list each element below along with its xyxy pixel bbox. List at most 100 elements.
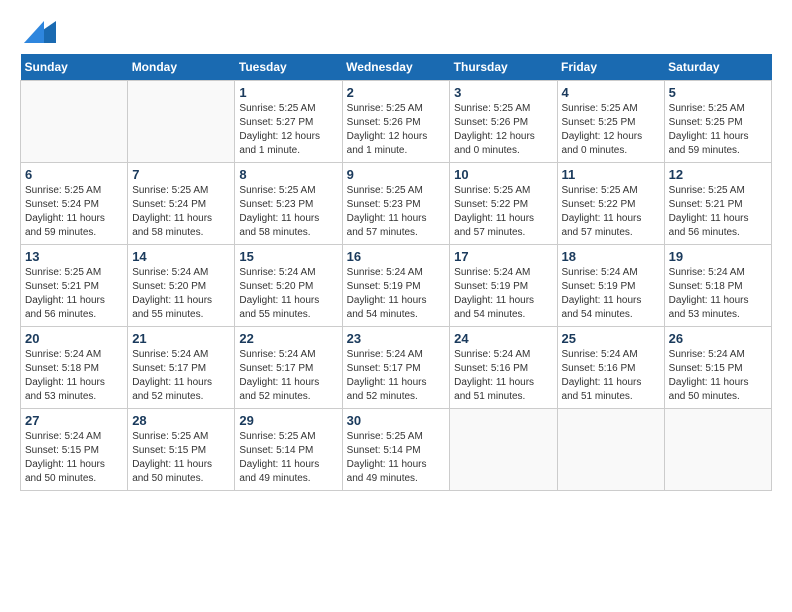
cell-content: Sunrise: 5:25 AM Sunset: 5:14 PM Dayligh… [239, 430, 337, 486]
day-number: 11 [562, 167, 660, 182]
calendar-cell: 15 Sunrise: 5:24 AM Sunset: 5:20 PM Dayli… [235, 245, 342, 327]
header [20, 20, 772, 44]
cell-content: Sunrise: 5:24 AM Sunset: 5:17 PM Dayligh… [132, 348, 230, 404]
day-number: 22 [239, 331, 337, 346]
cell-content: Sunrise: 5:25 AM Sunset: 5:21 PM Dayligh… [669, 184, 767, 240]
day-number: 14 [132, 249, 230, 264]
day-number: 15 [239, 249, 337, 264]
calendar-cell: 13Sunrise: 5:25 AM Sunset: 5:21 PM Dayli… [21, 245, 128, 327]
day-number: 6 [25, 167, 123, 182]
logo-icon [24, 21, 56, 43]
header-cell-monday: Monday [128, 54, 235, 81]
calendar-cell: 28 Sunrise: 5:25 AM Sunset: 5:15 PM Dayli… [128, 409, 235, 491]
day-number: 16 [347, 249, 446, 264]
calendar-cell: 14 Sunrise: 5:24 AM Sunset: 5:20 PM Dayli… [128, 245, 235, 327]
calendar-cell [664, 409, 771, 491]
calendar-cell [21, 81, 128, 163]
day-number: 12 [669, 167, 767, 182]
cell-content: Sunrise: 5:24 AM Sunset: 5:15 PM Dayligh… [669, 348, 767, 404]
calendar-cell: 12 Sunrise: 5:25 AM Sunset: 5:21 PM Dayli… [664, 163, 771, 245]
calendar-week-row: 27 Sunrise: 5:24 AM Sunset: 5:15 PM Dayli… [21, 409, 772, 491]
calendar-cell: 27 Sunrise: 5:24 AM Sunset: 5:15 PM Dayli… [21, 409, 128, 491]
calendar-cell [128, 81, 235, 163]
calendar-week-row: 20 Sunrise: 5:24 AM Sunset: 5:18 PM Dayli… [21, 327, 772, 409]
cell-content: Sunrise: 5:24 AM Sunset: 5:19 PM Dayligh… [562, 266, 660, 322]
day-number: 29 [239, 413, 337, 428]
calendar-cell: 5Sunrise: 5:25 AM Sunset: 5:25 PM Daylig… [664, 81, 771, 163]
calendar-cell: 3 Sunrise: 5:25 AM Sunset: 5:26 PM Daylig… [450, 81, 557, 163]
day-number: 19 [669, 249, 767, 264]
cell-content: Sunrise: 5:25 AM Sunset: 5:15 PM Dayligh… [132, 430, 230, 486]
calendar-cell: 19 Sunrise: 5:24 AM Sunset: 5:18 PM Dayli… [664, 245, 771, 327]
calendar-cell: 21 Sunrise: 5:24 AM Sunset: 5:17 PM Dayli… [128, 327, 235, 409]
day-number: 5 [669, 85, 767, 100]
header-cell-saturday: Saturday [664, 54, 771, 81]
day-number: 10 [454, 167, 552, 182]
day-number: 28 [132, 413, 230, 428]
cell-content: Sunrise: 5:25 AM Sunset: 5:21 PM Dayligh… [25, 266, 123, 322]
cell-content: Sunrise: 5:24 AM Sunset: 5:19 PM Dayligh… [347, 266, 446, 322]
cell-content: Sunrise: 5:24 AM Sunset: 5:16 PM Dayligh… [562, 348, 660, 404]
day-number: 20 [25, 331, 123, 346]
calendar-cell: 30 Sunrise: 5:25 AM Sunset: 5:14 PM Dayli… [342, 409, 450, 491]
day-number: 30 [347, 413, 446, 428]
calendar-cell: 17 Sunrise: 5:24 AM Sunset: 5:19 PM Dayli… [450, 245, 557, 327]
calendar-cell: 24 Sunrise: 5:24 AM Sunset: 5:16 PM Dayli… [450, 327, 557, 409]
day-number: 9 [347, 167, 446, 182]
calendar-cell: 18 Sunrise: 5:24 AM Sunset: 5:19 PM Dayli… [557, 245, 664, 327]
calendar-cell: 10 Sunrise: 5:25 AM Sunset: 5:22 PM Dayli… [450, 163, 557, 245]
day-number: 17 [454, 249, 552, 264]
calendar-cell: 2Sunrise: 5:25 AM Sunset: 5:26 PM Daylig… [342, 81, 450, 163]
cell-content: Sunrise: 5:25 AM Sunset: 5:23 PM Dayligh… [347, 184, 446, 240]
cell-content: Sunrise: 5:25 AM Sunset: 5:26 PM Dayligh… [454, 102, 552, 158]
calendar-cell: 4Sunrise: 5:25 AM Sunset: 5:25 PM Daylig… [557, 81, 664, 163]
header-cell-friday: Friday [557, 54, 664, 81]
calendar-cell [557, 409, 664, 491]
cell-content: Sunrise: 5:25 AM Sunset: 5:24 PM Dayligh… [132, 184, 230, 240]
cell-content: Sunrise: 5:24 AM Sunset: 5:20 PM Dayligh… [132, 266, 230, 322]
calendar-cell: 29 Sunrise: 5:25 AM Sunset: 5:14 PM Dayli… [235, 409, 342, 491]
calendar-cell: 25 Sunrise: 5:24 AM Sunset: 5:16 PM Dayli… [557, 327, 664, 409]
header-cell-sunday: Sunday [21, 54, 128, 81]
header-cell-tuesday: Tuesday [235, 54, 342, 81]
calendar-cell: 11Sunrise: 5:25 AM Sunset: 5:22 PM Dayli… [557, 163, 664, 245]
day-number: 23 [347, 331, 446, 346]
day-number: 18 [562, 249, 660, 264]
calendar-header-row: SundayMondayTuesdayWednesdayThursdayFrid… [21, 54, 772, 81]
cell-content: Sunrise: 5:24 AM Sunset: 5:15 PM Dayligh… [25, 430, 123, 486]
day-number: 27 [25, 413, 123, 428]
day-number: 2 [347, 85, 446, 100]
calendar-cell: 1Sunrise: 5:25 AM Sunset: 5:27 PM Daylig… [235, 81, 342, 163]
calendar-week-row: 1Sunrise: 5:25 AM Sunset: 5:27 PM Daylig… [21, 81, 772, 163]
calendar-cell: 20 Sunrise: 5:24 AM Sunset: 5:18 PM Dayli… [21, 327, 128, 409]
day-number: 25 [562, 331, 660, 346]
header-cell-thursday: Thursday [450, 54, 557, 81]
cell-content: Sunrise: 5:24 AM Sunset: 5:19 PM Dayligh… [454, 266, 552, 322]
calendar-week-row: 13Sunrise: 5:25 AM Sunset: 5:21 PM Dayli… [21, 245, 772, 327]
day-number: 4 [562, 85, 660, 100]
cell-content: Sunrise: 5:25 AM Sunset: 5:23 PM Dayligh… [239, 184, 337, 240]
day-number: 21 [132, 331, 230, 346]
cell-content: Sunrise: 5:25 AM Sunset: 5:14 PM Dayligh… [347, 430, 446, 486]
calendar-week-row: 6 Sunrise: 5:25 AM Sunset: 5:24 PM Daylig… [21, 163, 772, 245]
calendar-cell: 6 Sunrise: 5:25 AM Sunset: 5:24 PM Daylig… [21, 163, 128, 245]
cell-content: Sunrise: 5:25 AM Sunset: 5:24 PM Dayligh… [25, 184, 123, 240]
cell-content: Sunrise: 5:24 AM Sunset: 5:18 PM Dayligh… [669, 266, 767, 322]
cell-content: Sunrise: 5:24 AM Sunset: 5:20 PM Dayligh… [239, 266, 337, 322]
calendar-cell: 7Sunrise: 5:25 AM Sunset: 5:24 PM Daylig… [128, 163, 235, 245]
cell-content: Sunrise: 5:24 AM Sunset: 5:16 PM Dayligh… [454, 348, 552, 404]
calendar-cell: 8Sunrise: 5:25 AM Sunset: 5:23 PM Daylig… [235, 163, 342, 245]
cell-content: Sunrise: 5:24 AM Sunset: 5:18 PM Dayligh… [25, 348, 123, 404]
calendar-cell: 16 Sunrise: 5:24 AM Sunset: 5:19 PM Dayli… [342, 245, 450, 327]
day-number: 24 [454, 331, 552, 346]
calendar-cell [450, 409, 557, 491]
cell-content: Sunrise: 5:25 AM Sunset: 5:22 PM Dayligh… [454, 184, 552, 240]
calendar-cell: 22 Sunrise: 5:24 AM Sunset: 5:17 PM Dayli… [235, 327, 342, 409]
cell-content: Sunrise: 5:24 AM Sunset: 5:17 PM Dayligh… [239, 348, 337, 404]
day-number: 3 [454, 85, 552, 100]
calendar-cell: 23Sunrise: 5:24 AM Sunset: 5:17 PM Dayli… [342, 327, 450, 409]
calendar-table: SundayMondayTuesdayWednesdayThursdayFrid… [20, 54, 772, 491]
calendar-cell: 26 Sunrise: 5:24 AM Sunset: 5:15 PM Dayli… [664, 327, 771, 409]
cell-content: Sunrise: 5:25 AM Sunset: 5:27 PM Dayligh… [239, 102, 337, 158]
day-number: 26 [669, 331, 767, 346]
